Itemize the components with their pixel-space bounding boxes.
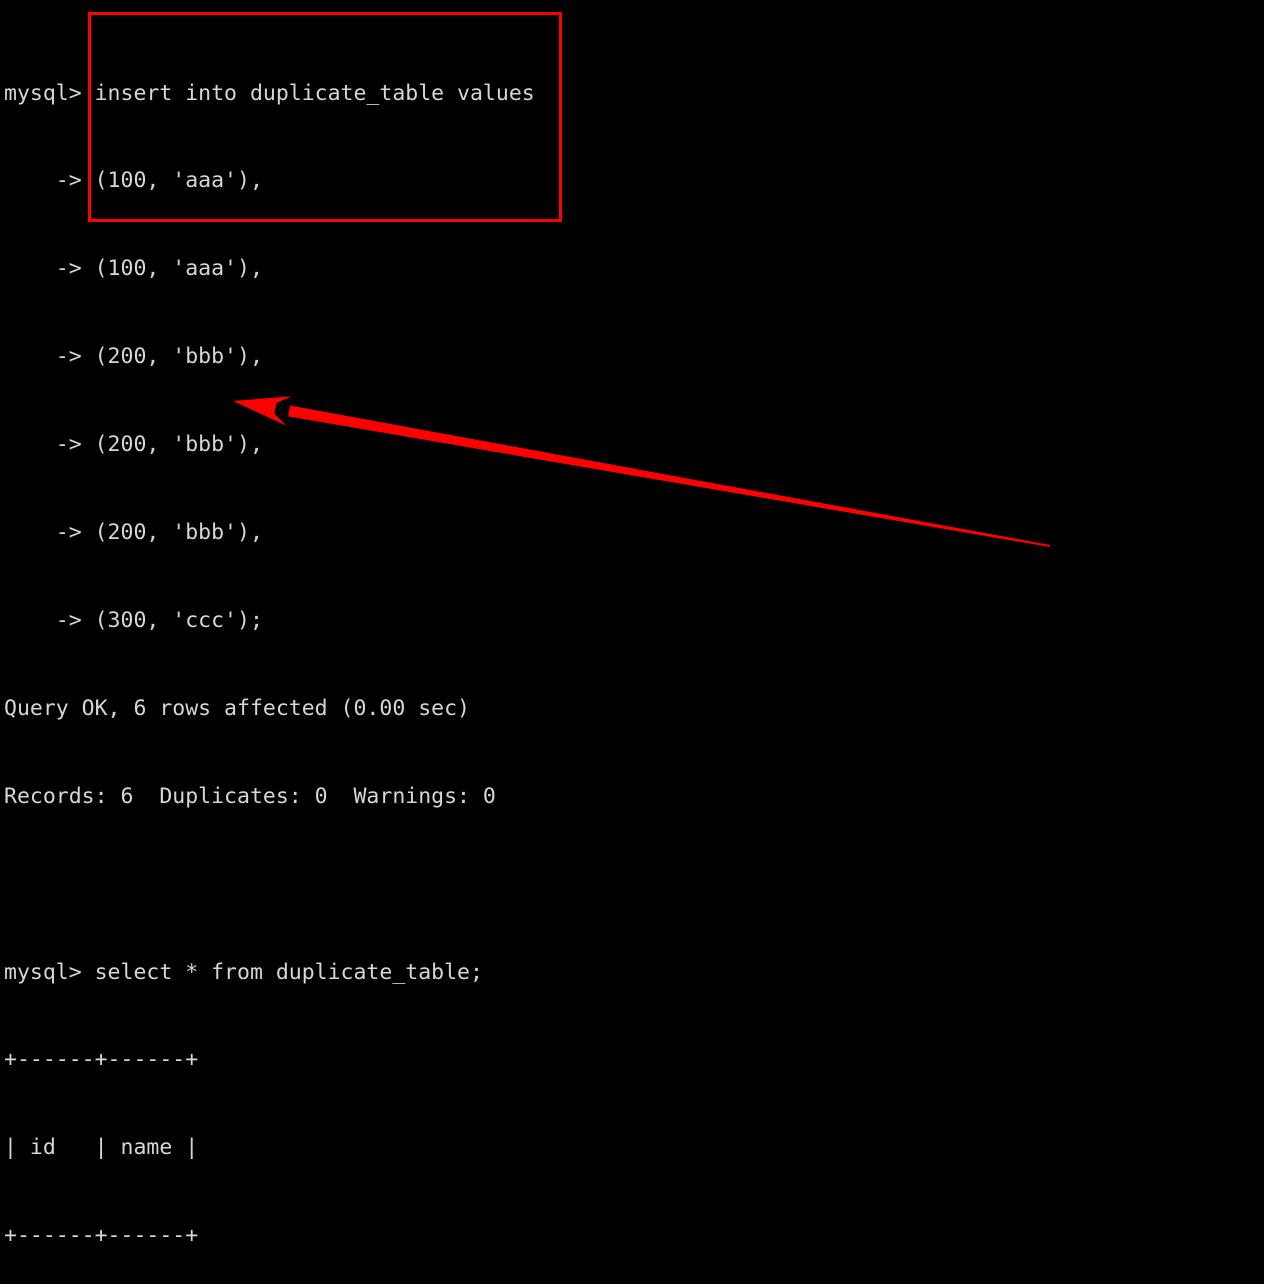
table-separator-top: +------+------+ xyxy=(4,1047,199,1073)
terminal-line-records-summary: Records: 6 Duplicates: 0 Warnings: 0 xyxy=(4,783,496,809)
terminal-line-insert-value-1: -> (100, 'aaa'), xyxy=(4,168,263,194)
terminal-line-select-command: mysql> select * from duplicate_table; xyxy=(4,959,483,985)
terminal-window: mysql> insert into duplicate_table value… xyxy=(0,0,1264,1248)
terminal-output: mysql> insert into duplicate_table value… xyxy=(4,20,535,1284)
terminal-line-insert-value-3: -> (200, 'bbb'), xyxy=(4,344,263,370)
terminal-line-insert-value-6: -> (300, 'ccc'); xyxy=(4,607,263,633)
terminal-line-insert-value-4: -> (200, 'bbb'), xyxy=(4,432,263,458)
terminal-line-insert-command: mysql> insert into duplicate_table value… xyxy=(4,80,535,106)
terminal-line-query-ok: Query OK, 6 rows affected (0.00 sec) xyxy=(4,695,470,721)
terminal-line-insert-value-2: -> (100, 'aaa'), xyxy=(4,256,263,282)
table-separator-header: +------+------+ xyxy=(4,1223,199,1249)
table-header-row: | id | name | xyxy=(4,1135,199,1161)
terminal-line-insert-value-5: -> (200, 'bbb'), xyxy=(4,520,263,546)
